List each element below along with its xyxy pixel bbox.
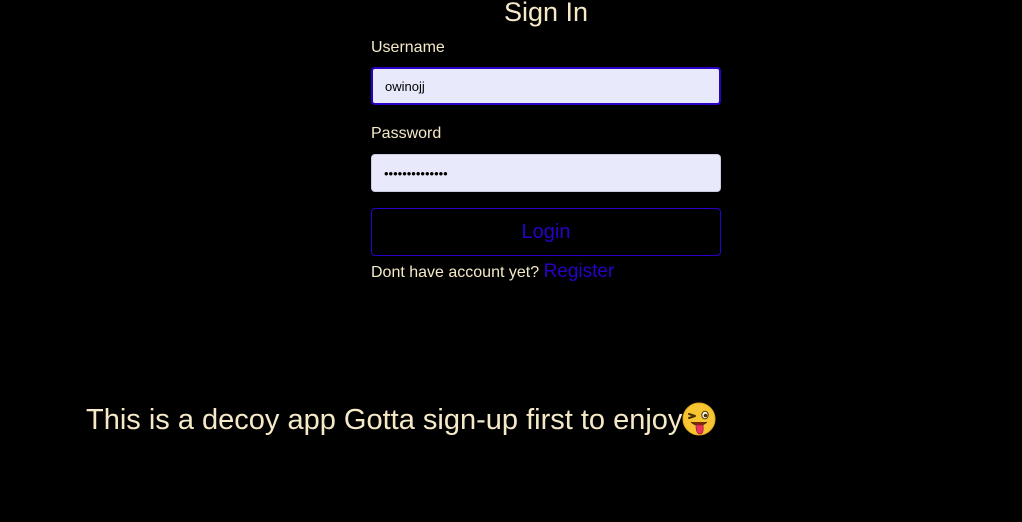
password-label: Password bbox=[371, 125, 442, 142]
decoy-message: This is a decoy app Gotta sign-up first … bbox=[86, 402, 716, 438]
login-button[interactable]: Login bbox=[371, 208, 721, 256]
page-title: Sign In bbox=[503, 0, 589, 27]
decoy-message-text: This is a decoy app Gotta sign-up first … bbox=[86, 404, 683, 436]
winking-face-with-tongue-icon bbox=[682, 402, 716, 436]
sign-in-page: Sign In Username Password Login Dont hav… bbox=[0, 0, 1022, 522]
password-input[interactable] bbox=[371, 154, 721, 192]
username-label: Username bbox=[371, 39, 445, 56]
register-link[interactable]: Register bbox=[544, 261, 615, 282]
username-input[interactable] bbox=[371, 67, 721, 105]
register-prompt: Dont have account yet? Register bbox=[371, 260, 614, 285]
no-account-text: Dont have account yet? bbox=[371, 264, 540, 281]
